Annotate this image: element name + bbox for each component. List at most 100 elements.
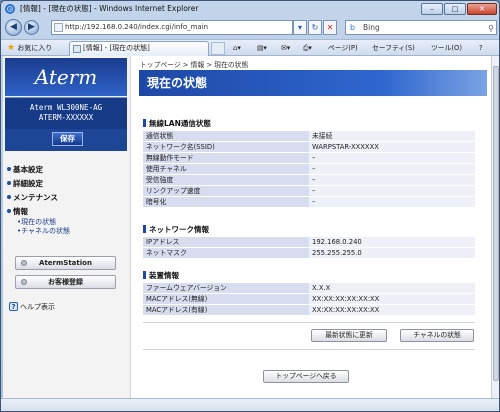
menu-maintenance[interactable]: メンテナンス	[7, 193, 58, 203]
divider	[143, 349, 475, 350]
address-text: http://192.168.0.240/index.cgi/info_main	[65, 23, 209, 31]
row-key: MACアドレス(無線)	[143, 293, 309, 305]
table-row: 無線動作モード –	[143, 152, 475, 164]
favorites-label: お気に入り	[17, 44, 53, 52]
new-tab-button[interactable]	[211, 42, 225, 55]
breadcrumb: トップページ > 情報 > 現在の状態	[140, 61, 249, 69]
compat-icon[interactable]: ▾	[293, 20, 307, 35]
page-title: 現在の状態	[139, 70, 487, 96]
search-icon[interactable]: ⚲	[488, 22, 494, 35]
print-icon[interactable]: ⎙▾	[303, 43, 312, 54]
refresh-status-button[interactable]: 最新状態に更新	[311, 329, 387, 342]
scrollbar-thumb[interactable]	[493, 66, 499, 381]
main-panel: トップページ > 情報 > 現在の状態 現在の状態 無線LAN通信状態 通信状態…	[139, 56, 487, 398]
row-value: WARPSTAR-XXXXXX	[309, 141, 475, 153]
table-row: MACアドレス(無線) XX:XX:XX:XX:XX:XX	[143, 293, 475, 305]
indicator-icon	[21, 279, 27, 285]
mail-icon[interactable]: ✉▾	[281, 43, 290, 54]
row-value: XX:XX:XX:XX:XX:XX	[309, 304, 475, 316]
row-key: 暗号化	[143, 196, 309, 208]
row-value: X.X.X	[309, 283, 475, 294]
help-icon: ?	[9, 302, 18, 311]
row-value: –	[309, 185, 475, 197]
divider	[143, 322, 475, 323]
table-row: ネットワーク名(SSID) WARPSTAR-XXXXXX	[143, 141, 475, 153]
safety-menu[interactable]: セーフティ(S)	[372, 43, 415, 54]
table-row: 暗号化 –	[143, 196, 475, 208]
table-row: ファームウェアバージョン X.X.X	[143, 283, 475, 294]
table-row: IPアドレス 192.168.0.240	[143, 237, 475, 248]
help-label: ヘルプ表示	[20, 303, 55, 311]
home-icon[interactable]: ⌂▾	[233, 43, 241, 54]
star-icon: ★	[7, 43, 16, 53]
aterm-station-button[interactable]: AtermStation	[15, 256, 116, 270]
indicator-icon	[21, 260, 27, 266]
browser-tab[interactable]: [情報] - [現在の状態]	[69, 41, 209, 56]
browser-window: e [情報] - [現在の状態] - Windows Internet Expl…	[0, 0, 500, 412]
tab-title: [情報] - [現在の状態]	[83, 44, 150, 52]
bullet-icon	[7, 181, 11, 185]
row-value: –	[309, 196, 475, 208]
device-heading: 装置情報	[143, 270, 179, 281]
device-name: ATERM-XXXXXX	[38, 113, 94, 122]
search-text: Bing	[363, 23, 380, 32]
window-title: [情報] - [現在の状態] - Windows Internet Explor…	[20, 4, 199, 13]
device-table: ファームウェアバージョン X.X.X MACアドレス(無線) XX:XX:XX:XX…	[143, 283, 475, 316]
status-bar	[1, 398, 499, 411]
refresh-icon[interactable]: ↻	[308, 20, 322, 35]
row-key: 通信状態	[143, 131, 309, 142]
sidebar: Aterm Aterm WL300NE-AG ATERM-XXXXXX 保存 基…	[3, 56, 131, 398]
feeds-icon[interactable]: ▤▾	[257, 43, 267, 54]
aterm-logo: Aterm	[5, 58, 127, 96]
menu-advanced-settings[interactable]: 詳細設定	[7, 179, 43, 189]
search-input[interactable]: b Bing ⚲	[345, 20, 497, 35]
bullet-icon	[7, 167, 11, 171]
network-table: IPアドレス 192.168.0.240 ネットマスク 255.255.255.0	[143, 237, 475, 259]
submenu-current-status[interactable]: •現在の状態	[17, 218, 56, 227]
save-button[interactable]: 保存	[52, 132, 83, 146]
back-icon[interactable]: ◀	[5, 19, 22, 36]
row-key: ネットワーク名(SSID)	[143, 141, 309, 153]
close-button[interactable]: ✕	[467, 3, 497, 15]
row-key: ネットマスク	[143, 247, 309, 259]
maximize-button[interactable]: □	[444, 3, 466, 15]
row-value: 192.168.0.240	[309, 237, 475, 248]
register-button[interactable]: お客様登録	[15, 275, 116, 289]
tools-menu[interactable]: ツール(O)	[431, 43, 462, 54]
minimize-button[interactable]: –	[421, 3, 443, 15]
stop-icon[interactable]: ✕	[323, 20, 337, 35]
table-row: 受信強度 –	[143, 174, 475, 186]
save-area: 保存	[5, 129, 127, 151]
title-bar: e [情報] - [現在の状態] - Windows Internet Expl…	[1, 1, 499, 17]
page-menu[interactable]: ページ(P)	[328, 43, 358, 54]
help-menu-icon[interactable]: ?	[479, 43, 483, 54]
bullet-icon	[7, 209, 11, 213]
menu-label: メンテナンス	[13, 193, 58, 202]
row-value: XX:XX:XX:XX:XX:XX	[309, 293, 475, 305]
model-name: Aterm WL300NE-AG	[29, 103, 103, 112]
menu-basic-settings[interactable]: 基本設定	[7, 165, 43, 175]
tab-page-icon	[73, 45, 81, 53]
address-row: ◀ ▶ http://192.168.0.240/index.cgi/info_…	[1, 17, 499, 39]
menu-information[interactable]: 情報	[7, 207, 28, 217]
address-bar[interactable]: http://192.168.0.240/index.cgi/info_main	[51, 20, 293, 35]
row-key: 使用チャネル	[143, 163, 309, 175]
bullet-icon	[7, 195, 11, 199]
menu-label: 情報	[13, 207, 28, 216]
table-row: 使用チャネル –	[143, 163, 475, 175]
row-key: MACアドレス(有線)	[143, 304, 309, 316]
back-to-top-button[interactable]: トップページへ戻る	[263, 370, 349, 383]
bing-icon: b	[350, 23, 356, 32]
vertical-scrollbar[interactable]	[491, 56, 499, 398]
channel-status-button[interactable]: チャネルの状態	[400, 329, 474, 342]
favorites-button[interactable]: ★ お気に入り	[7, 42, 52, 54]
row-key: リンクアップ速度	[143, 185, 309, 197]
submenu-channel-status[interactable]: •チャネルの状態	[17, 227, 70, 236]
help-link[interactable]: ? ヘルプ表示	[9, 302, 55, 312]
forward-icon[interactable]: ▶	[24, 20, 39, 35]
page-content: Aterm Aterm WL300NE-AG ATERM-XXXXXX 保存 基…	[3, 56, 491, 398]
ie-logo-icon: e	[5, 4, 15, 14]
register-label: お客様登録	[48, 278, 83, 286]
table-row: 通信状態 未接続	[143, 131, 475, 142]
aterm-station-label: AtermStation	[39, 259, 92, 267]
